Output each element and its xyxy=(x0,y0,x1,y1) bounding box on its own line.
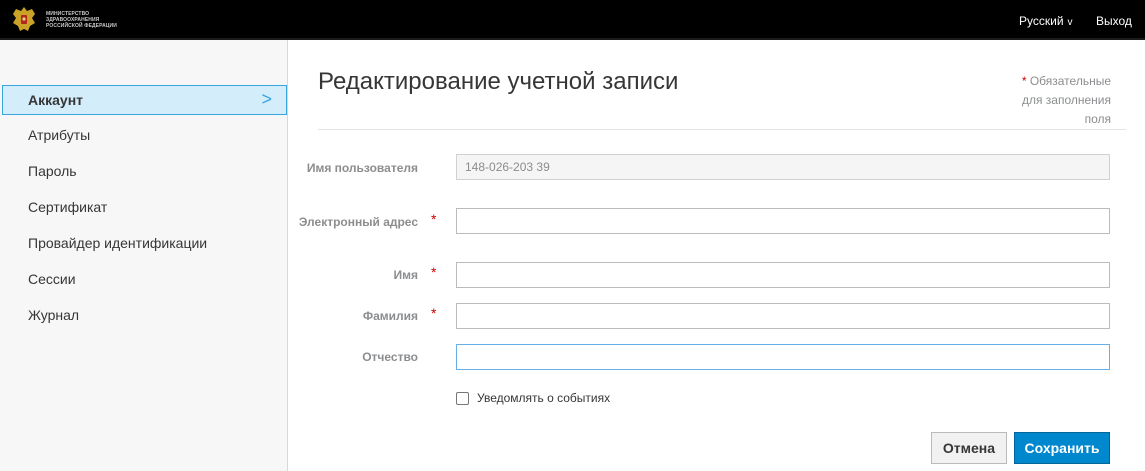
sidebar-item-log[interactable]: Журнал xyxy=(0,300,287,330)
sidebar-item-label: Аккаунт xyxy=(28,92,84,108)
last-name-required-star: * xyxy=(431,305,437,321)
sidebar-item-account[interactable]: Аккаунт > xyxy=(2,85,287,115)
first-name-field[interactable] xyxy=(456,262,1110,288)
sidebar-item-sessions[interactable]: Сессии xyxy=(0,264,287,294)
first-name-label: Имя xyxy=(393,268,418,282)
email-required-star: * xyxy=(431,211,437,227)
title-divider xyxy=(318,129,1126,130)
sidebar: Аккаунт > Атрибуты Пароль Сертификат Про… xyxy=(0,40,288,471)
sidebar-item-label: Сессии xyxy=(28,271,76,287)
logout-link[interactable]: Выход xyxy=(1096,14,1132,28)
username-label: Имя пользователя xyxy=(306,161,418,175)
middle-name-field[interactable] xyxy=(456,344,1110,370)
middle-name-label: Отчество xyxy=(362,350,418,364)
sidebar-item-label: Атрибуты xyxy=(28,127,91,143)
language-label: Русский xyxy=(1019,14,1064,28)
top-header: МИНИСТЕРСТВО ЗДРАВООХРАНЕНИЯ РОССИЙСКОЙ … xyxy=(0,0,1145,40)
sidebar-item-identity-provider[interactable]: Провайдер идентификации xyxy=(0,228,287,258)
last-name-field[interactable] xyxy=(456,303,1110,329)
last-name-label: Фамилия xyxy=(362,309,418,323)
chevron-right-icon: > xyxy=(261,89,272,109)
sidebar-item-password[interactable]: Пароль xyxy=(0,156,287,186)
sidebar-item-label: Провайдер идентификации xyxy=(28,235,208,251)
sidebar-item-certificate[interactable]: Сертификат xyxy=(0,192,287,222)
sidebar-item-attributes[interactable]: Атрибуты xyxy=(0,120,287,150)
cancel-button[interactable]: Отмена xyxy=(931,432,1007,464)
sidebar-item-label: Пароль xyxy=(28,163,77,179)
coat-of-arms-logo-icon xyxy=(13,7,35,31)
language-selector[interactable]: Русский v xyxy=(1019,14,1073,28)
email-label: Электронный адрес xyxy=(298,215,418,229)
sidebar-item-label: Журнал xyxy=(28,307,80,323)
sidebar-item-label: Сертификат xyxy=(28,199,108,215)
notify-label: Уведомлять о событиях xyxy=(477,391,611,405)
required-note: * Обязательные для заполнения поля xyxy=(1001,72,1111,129)
logo-text: МИНИСТЕРСТВО ЗДРАВООХРАНЕНИЯ РОССИЙСКОЙ … xyxy=(46,11,117,29)
save-button[interactable]: Сохранить xyxy=(1014,432,1110,464)
notify-checkbox[interactable] xyxy=(456,391,469,405)
required-note-text: Обязательные для заполнения поля xyxy=(1021,74,1111,126)
main-content: Редактирование учетной записи * Обязател… xyxy=(288,40,1145,471)
required-star: * xyxy=(1021,74,1027,88)
notify-option[interactable]: Уведомлять о событиях xyxy=(456,391,610,405)
email-field[interactable] xyxy=(456,208,1110,234)
page-title: Редактирование учетной записи xyxy=(318,68,679,95)
first-name-required-star: * xyxy=(431,264,437,280)
username-field[interactable] xyxy=(456,154,1110,180)
chevron-down-icon: v xyxy=(1067,17,1073,28)
